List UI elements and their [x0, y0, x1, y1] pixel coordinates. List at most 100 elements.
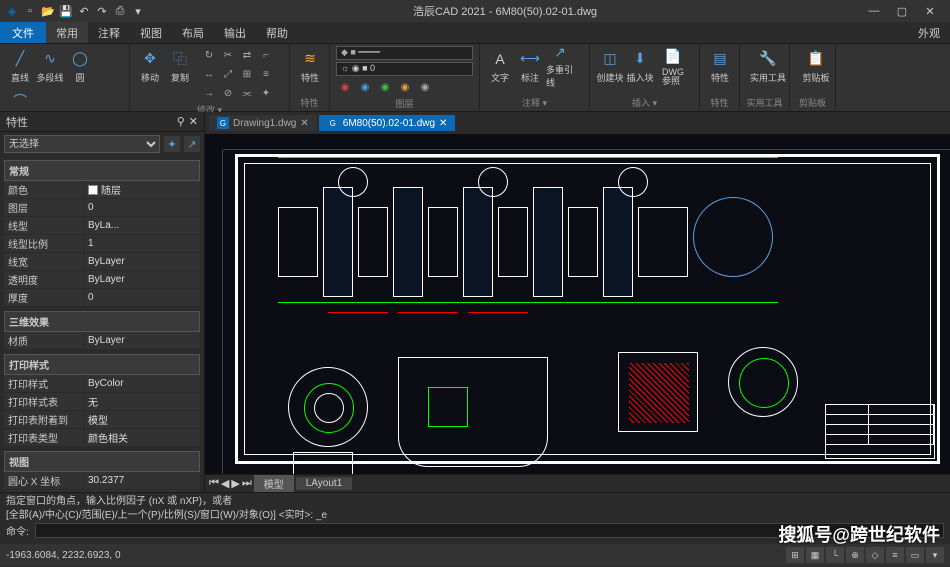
polyline-icon: ∿ — [40, 49, 60, 69]
create-block-button[interactable]: ◫创建块 — [596, 46, 624, 86]
properties-button[interactable]: ≋特性 — [296, 46, 324, 86]
prop-plottype[interactable]: 颜色相关 — [84, 429, 200, 446]
tab-nav-last[interactable]: ⏭ — [242, 477, 252, 490]
prop-plotstyle[interactable]: ByColor — [84, 375, 200, 392]
close-button[interactable]: ✕ — [920, 5, 940, 18]
grid-toggle[interactable]: ▦ — [806, 547, 824, 563]
redo-icon[interactable]: ↷ — [94, 3, 110, 19]
layer-tool-1[interactable]: ◉ — [336, 78, 354, 96]
prop-linetype[interactable]: ByLa... — [84, 217, 200, 234]
layer-tool-3[interactable]: ◉ — [376, 78, 394, 96]
polyline-button[interactable]: ∿多段线 — [36, 46, 64, 86]
lwt-toggle[interactable]: ≡ — [886, 547, 904, 563]
leader-button[interactable]: ↗多重引线 — [546, 46, 574, 86]
doc-tab-2[interactable]: G6M80(50).02-01.dwg✕ — [319, 115, 456, 131]
tab-help[interactable]: 帮助 — [256, 22, 298, 43]
drawing-canvas[interactable] — [205, 134, 950, 474]
section-view[interactable]: 视图 — [4, 451, 200, 472]
more-toggle[interactable]: ▾ — [926, 547, 944, 563]
tab-nav-next[interactable]: ▶ — [231, 477, 239, 490]
array-icon[interactable]: ⊞ — [238, 65, 256, 83]
close-tab-icon[interactable]: ✕ — [300, 118, 308, 129]
prop-layer[interactable]: 0 — [84, 199, 200, 216]
explode-icon[interactable]: ✦ — [257, 84, 275, 102]
extend-icon[interactable]: → — [200, 84, 218, 102]
prop-ltscale[interactable]: 1 — [84, 235, 200, 252]
trim-icon[interactable]: ✂ — [219, 46, 237, 64]
scale-icon[interactable]: ⤢ — [219, 65, 237, 83]
offset-icon[interactable]: ≡ — [257, 65, 275, 83]
prop-thickness[interactable]: 0 — [84, 289, 200, 306]
tab-layout[interactable]: 布局 — [172, 22, 214, 43]
save-icon[interactable]: 💾 — [58, 3, 74, 19]
prop-plottable[interactable]: 无 — [84, 393, 200, 410]
mirror-icon[interactable]: ⇄ — [238, 46, 256, 64]
circle-button[interactable]: ◯圆 — [66, 46, 94, 86]
layout-tab[interactable]: LAyout1 — [296, 477, 353, 490]
new-icon[interactable]: ▫ — [22, 3, 38, 19]
model-tab[interactable]: 模型 — [254, 475, 294, 492]
titlebar: ◈ ▫ 📂 💾 ↶ ↷ ⎙ ▾ 浩辰CAD 2021 - 6M80(50).02… — [0, 0, 950, 22]
prop-material[interactable]: ByLayer — [84, 332, 200, 349]
undo-icon[interactable]: ↶ — [76, 3, 92, 19]
tab-home[interactable]: 常用 — [46, 22, 88, 43]
dim-button[interactable]: ⟷标注 — [516, 46, 544, 86]
properties2-button[interactable]: ▤特性 — [706, 46, 734, 86]
print-icon[interactable]: ⎙ — [112, 3, 128, 19]
text-button[interactable]: A文字 — [486, 46, 514, 86]
tab-view[interactable]: 视图 — [130, 22, 172, 43]
open-icon[interactable]: 📂 — [40, 3, 56, 19]
tab-nav-first[interactable]: ⏮ — [209, 477, 219, 490]
cross-section — [398, 357, 548, 467]
props-pin-icon[interactable]: ⚲ — [177, 115, 185, 128]
layer-tool-5[interactable]: ◉ — [416, 78, 434, 96]
snap-toggle[interactable]: ⊞ — [786, 547, 804, 563]
prop-lweight[interactable]: ByLayer — [84, 253, 200, 270]
minimize-button[interactable]: — — [864, 5, 884, 18]
maximize-button[interactable]: ▢ — [892, 5, 912, 18]
prop-centerx[interactable]: 30.2377 — [84, 472, 200, 489]
tab-output[interactable]: 输出 — [214, 22, 256, 43]
osnap-toggle[interactable]: ◇ — [866, 547, 884, 563]
tab-annotate[interactable]: 注释 — [88, 22, 130, 43]
utilities-button[interactable]: 🔧实用工具 — [746, 46, 790, 86]
layer-tool-2[interactable]: ◉ — [356, 78, 374, 96]
doc-tab-1[interactable]: GDrawing1.dwg✕ — [209, 115, 317, 131]
layer-select-1[interactable]: ◆ ■ ━━━━ — [336, 46, 473, 60]
watermark: 搜狐号@跨世纪软件 — [778, 521, 940, 547]
line-button[interactable]: ╱直线 — [6, 46, 34, 86]
pick-icon[interactable]: ↗ — [184, 136, 200, 152]
props-close-icon[interactable]: ✕ — [189, 115, 198, 128]
dwg-ref-button[interactable]: 📄DWG 参照 — [656, 46, 690, 86]
prop-transparency[interactable]: ByLayer — [84, 271, 200, 288]
file-menu[interactable]: 文件 — [0, 22, 46, 43]
layer-select-2[interactable]: ☼ ◉ ■ 0 — [336, 62, 473, 76]
copy-button[interactable]: ⿻复制 — [166, 46, 194, 86]
dropdown-icon[interactable]: ▾ — [130, 3, 146, 19]
fillet-icon[interactable]: ⌐ — [257, 46, 275, 64]
rotate-icon[interactable]: ↻ — [200, 46, 218, 64]
tab-nav-prev[interactable]: ◀ — [221, 477, 229, 490]
stretch-icon[interactable]: ↔ — [200, 65, 218, 83]
break-icon[interactable]: ⊘ — [219, 84, 237, 102]
close-tab-icon[interactable]: ✕ — [439, 118, 447, 129]
layer-tool-4[interactable]: ◉ — [396, 78, 414, 96]
section-plot[interactable]: 打印样式 — [4, 354, 200, 375]
insert-block-button[interactable]: ⬇插入块 — [626, 46, 654, 86]
selection-dropdown[interactable]: 无选择 — [4, 135, 160, 153]
insertblock-icon: ⬇ — [630, 49, 650, 69]
model-toggle[interactable]: ▭ — [906, 547, 924, 563]
section-general[interactable]: 常规 — [4, 160, 200, 181]
prop-centery[interactable] — [84, 490, 200, 492]
appearance-link[interactable]: 外观 — [908, 22, 950, 43]
coordinates[interactable]: -1963.6084, 2232.6923, 0 — [6, 550, 121, 561]
join-icon[interactable]: ⫘ — [238, 84, 256, 102]
ortho-toggle[interactable]: └ — [826, 547, 844, 563]
clipboard-button[interactable]: 📋剪贴板 — [796, 46, 836, 86]
move-button[interactable]: ✥移动 — [136, 46, 164, 86]
section-3d[interactable]: 三维效果 — [4, 311, 200, 332]
quickselect-icon[interactable]: ✦ — [164, 136, 180, 152]
prop-plotattach[interactable]: 模型 — [84, 411, 200, 428]
prop-color[interactable]: 随层 — [84, 181, 200, 198]
polar-toggle[interactable]: ⊕ — [846, 547, 864, 563]
